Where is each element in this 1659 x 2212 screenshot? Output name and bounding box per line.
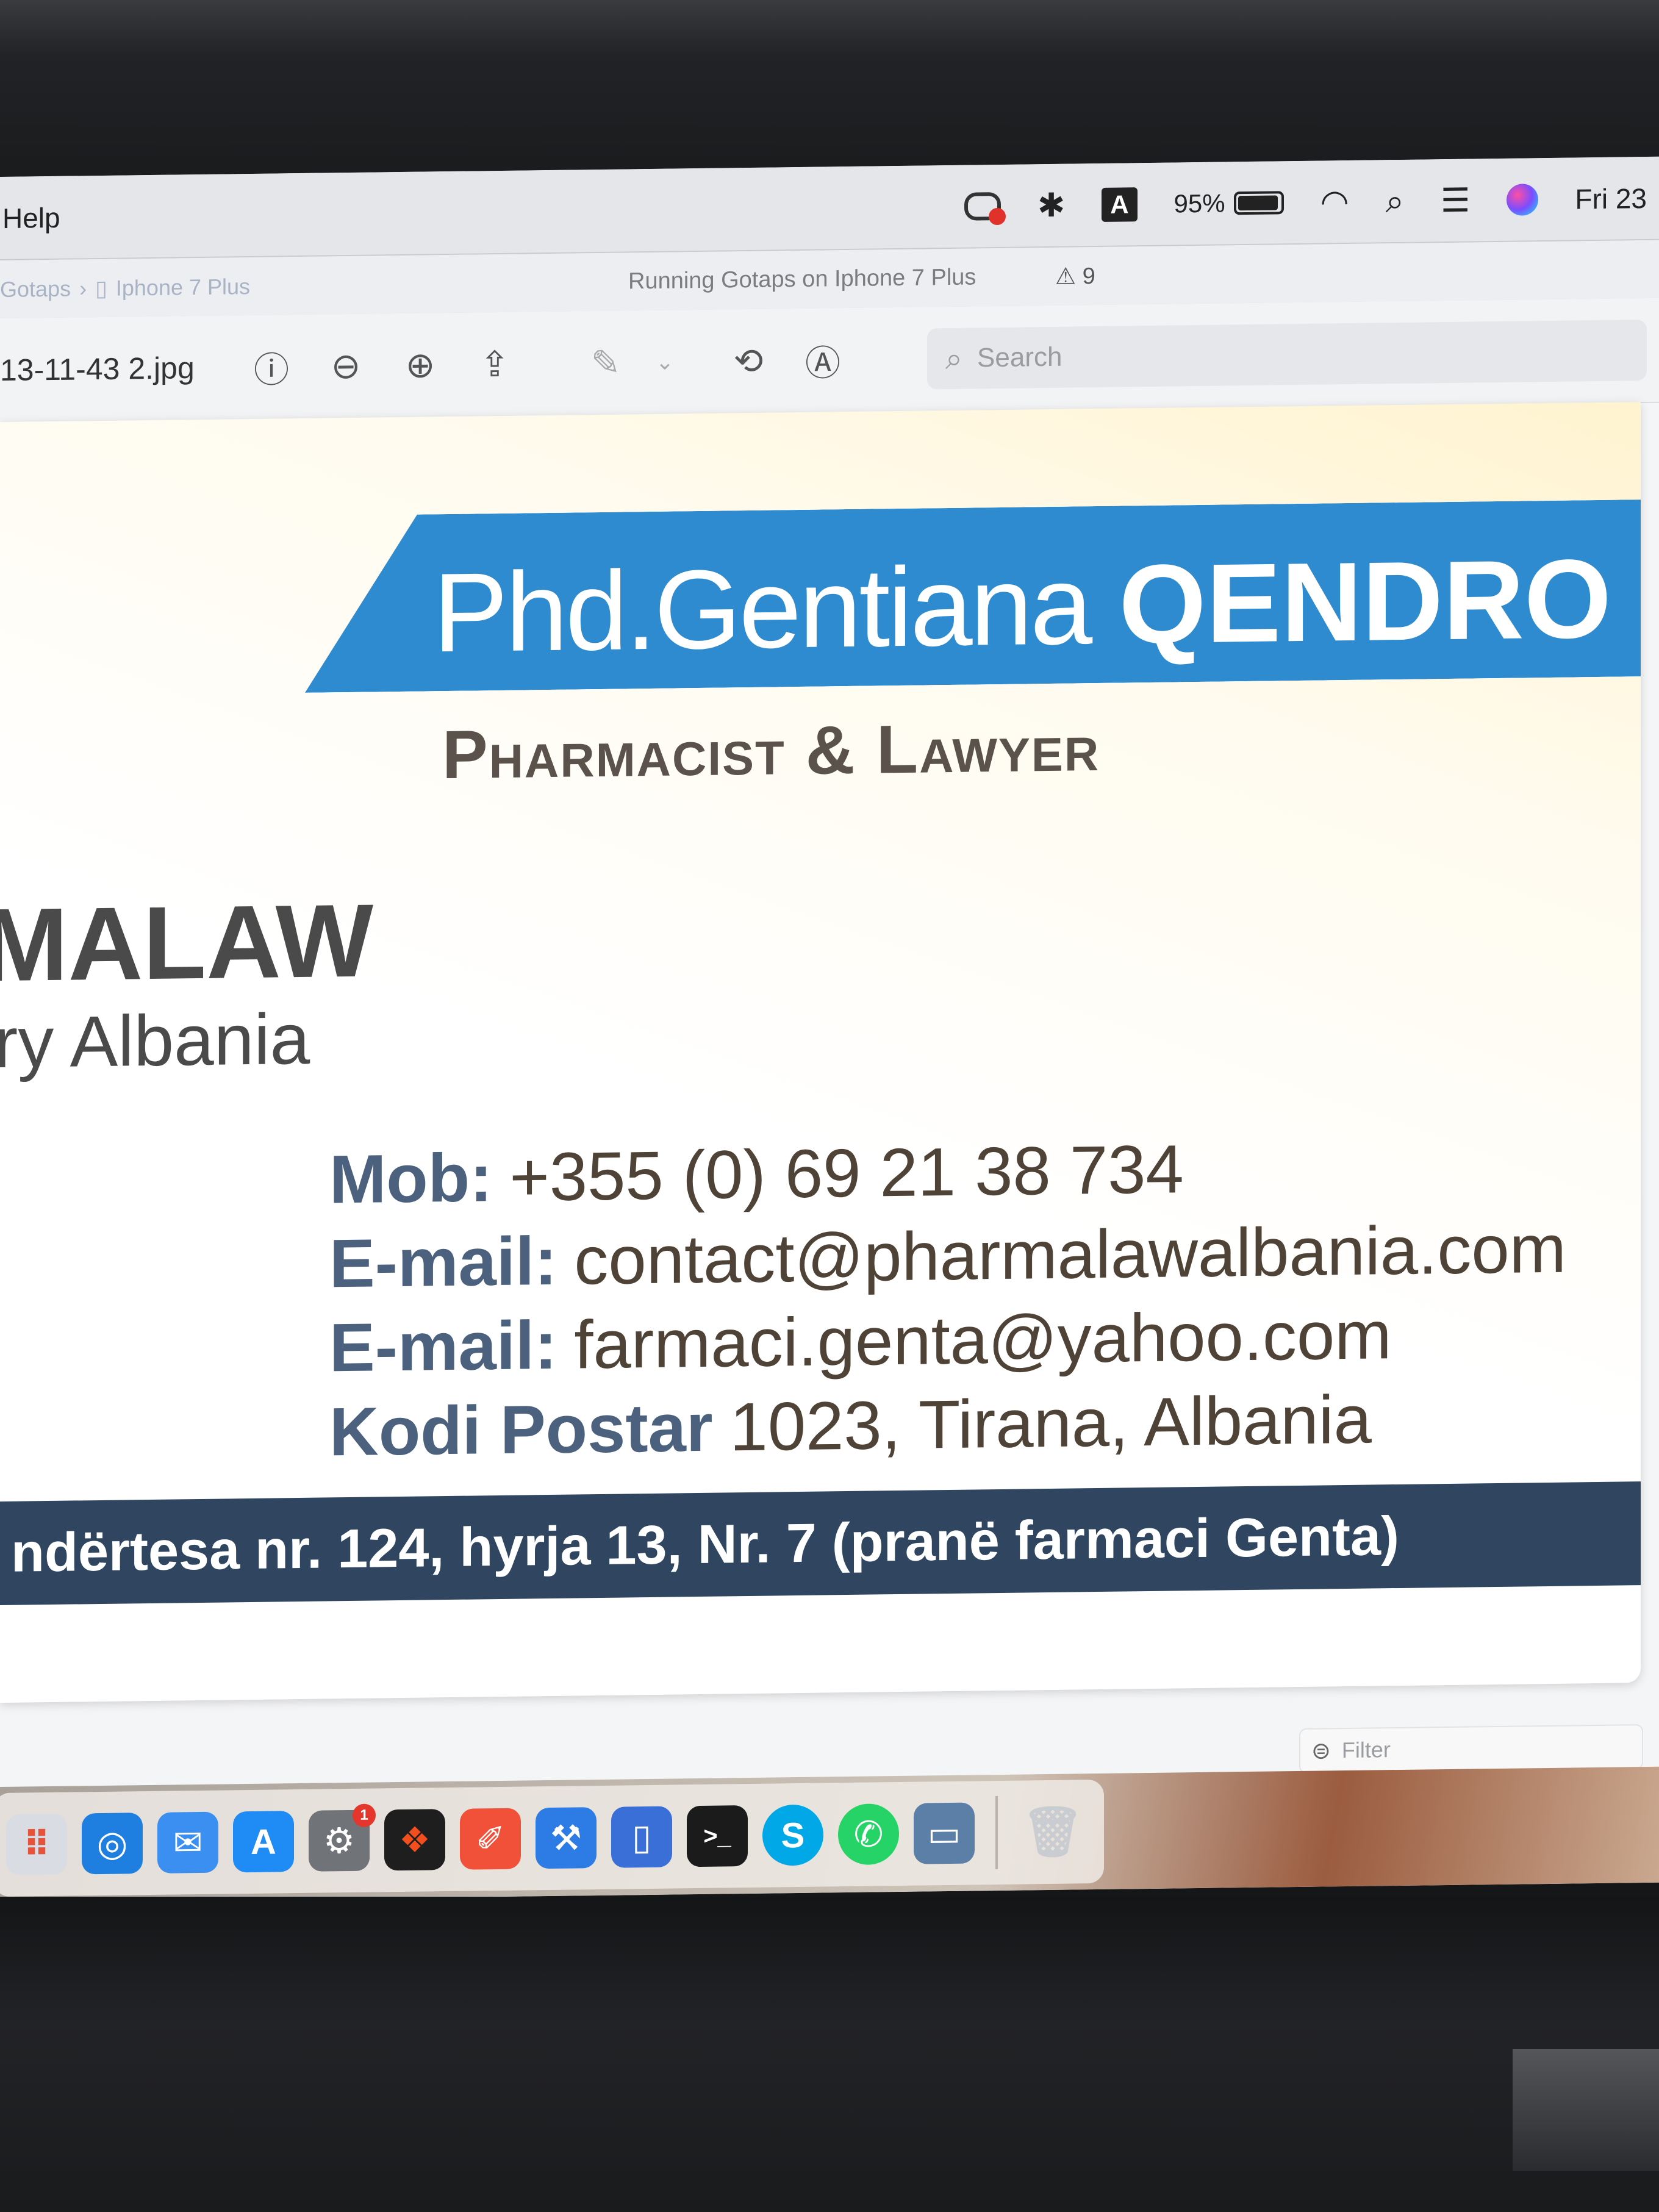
info-icon[interactable]: ⓘ: [244, 339, 299, 395]
contact-label: Kodi Postar: [329, 1389, 713, 1470]
contact-value: contact@pharmalawalbania.com: [574, 1210, 1566, 1299]
contact-row-mobile: Mob: +355 (0) 69 21 38 734: [329, 1123, 1566, 1222]
battery-fill: [1238, 195, 1278, 210]
battery-percent: 95%: [1173, 188, 1225, 218]
card-name-given: Phd.Gentiana: [433, 541, 1119, 676]
siri-icon[interactable]: [1507, 183, 1539, 216]
xcode-icon[interactable]: ⚒: [536, 1807, 597, 1869]
card-brand-subtitle: ry Albania: [0, 998, 310, 1084]
status-area: ✱ A 95% ◠ ⌕ ☰ Fri 23: [964, 157, 1647, 248]
menu-clock[interactable]: Fri 23: [1575, 182, 1647, 215]
warning-indicator[interactable]: ⚠ 9: [1055, 262, 1095, 290]
run-status: Running Gotaps on Iphone 7 Plus: [628, 264, 976, 295]
chevron-right-icon: ›: [79, 275, 87, 301]
wifi-icon[interactable]: ◠: [1320, 183, 1349, 220]
warning-icon: ⚠: [1055, 263, 1083, 290]
search-field[interactable]: ⌕ Search: [927, 320, 1647, 390]
input-source-icon[interactable]: A: [1102, 187, 1138, 222]
mail-icon[interactable]: ✉: [157, 1811, 218, 1874]
battery-status[interactable]: 95%: [1174, 188, 1284, 218]
card-address: ndërtesa nr. 124, hyrja 13, Nr. 7 (pranë…: [11, 1505, 1400, 1584]
figma-icon[interactable]: ❖: [384, 1809, 445, 1871]
contact-row-postal: Kodi Postar 1023, Tirana, Albania: [329, 1375, 1566, 1475]
system-preferences-icon[interactable]: ⚙ 1: [309, 1803, 376, 1872]
dock-separator: [995, 1796, 998, 1870]
chevron-down-icon[interactable]: ⌄: [653, 334, 677, 389]
monitor-bezel-top: [0, 0, 1659, 183]
simulator-icon[interactable]: ▯: [611, 1806, 672, 1868]
launchpad-icon[interactable]: ⠿: [6, 1813, 67, 1875]
markup-toolbar-icon[interactable]: Ⓐ: [795, 332, 850, 388]
contact-row-email: E-mail: contact@pharmalawalbania.com: [329, 1207, 1566, 1306]
breadcrumb-project[interactable]: Gotaps: [0, 276, 71, 302]
screen: Help ✱ A 95% ◠ ⌕ ☰ Fri 23 Gotaps › ▯ Iph…: [0, 156, 1659, 1903]
markup-pen-icon[interactable]: ✎: [578, 335, 633, 390]
dock: ⠿ ◎ ✉ A ⚙ 1 ❖ ✐ ⚒ ▯ >_ S ✆ ▭ 🗑: [0, 1779, 1104, 1897]
control-center-icon[interactable]: ☰: [1441, 182, 1470, 219]
card-name-surname: QENDRO: [1119, 535, 1612, 667]
whatsapp-icon[interactable]: ✆: [838, 1803, 899, 1866]
share-icon[interactable]: ⇪: [467, 337, 522, 392]
app-store-icon[interactable]: A: [233, 1811, 294, 1873]
search-icon: ⌕: [945, 341, 962, 376]
safari-icon[interactable]: ◎: [82, 1813, 143, 1875]
contact-value: +355 (0) 69 21 38 734: [509, 1131, 1184, 1215]
filter-icon: ⊜: [1311, 1738, 1331, 1764]
card-brand: MALAW: [0, 882, 374, 1004]
contact-value: farmaci.genta@yahoo.com: [574, 1297, 1392, 1383]
toolbox-icon[interactable]: ✐: [460, 1808, 521, 1870]
bluetooth-icon[interactable]: ✱: [1037, 187, 1065, 224]
card-name: Phd.Gentiana QENDRO: [433, 534, 1611, 678]
breadcrumb-device[interactable]: Iphone 7 Plus: [116, 273, 250, 301]
skype-icon[interactable]: S: [762, 1804, 823, 1866]
trash-icon[interactable]: 🗑: [1022, 1801, 1084, 1863]
notification-badge: 1: [353, 1803, 376, 1827]
contact-row-email: E-mail: farmaci.genta@yahoo.com: [329, 1291, 1566, 1391]
document-view[interactable]: Phd.Gentiana QENDRO Pharmacist & Lawyer …: [0, 402, 1641, 1703]
monitor-stand: [1513, 2049, 1659, 2171]
phone-icon: ▯: [95, 275, 107, 301]
zoom-out-icon[interactable]: ⊖: [318, 338, 373, 394]
contact-label: E-mail:: [329, 1306, 557, 1386]
battery-icon: [1233, 190, 1284, 215]
spotlight-search-icon[interactable]: ⌕: [1386, 182, 1404, 219]
monitor-bezel-bottom: [0, 1897, 1659, 2212]
menu-help[interactable]: Help: [2, 201, 60, 234]
window-title: 13-11-43 2.jpg: [0, 351, 195, 387]
search-placeholder: Search: [977, 342, 1062, 373]
preview-icon[interactable]: ▭: [914, 1802, 975, 1864]
card-role: Pharmacist & Lawyer: [442, 708, 1100, 793]
zoom-in-icon[interactable]: ⊕: [393, 337, 448, 393]
screen-record-icon[interactable]: [964, 191, 1001, 221]
card-contact-block: Mob: +355 (0) 69 21 38 734 E-mail: contact…: [329, 1123, 1566, 1475]
warning-count: 9: [1082, 263, 1095, 290]
address-banner: ndërtesa nr. 124, hyrja 13, Nr. 7 (pranë…: [0, 1481, 1641, 1605]
filter-field[interactable]: ⊜ Filter: [1299, 1724, 1643, 1774]
rotate-icon[interactable]: ⟲: [721, 333, 776, 388]
contact-value: 1023, Tirana, Albania: [729, 1381, 1372, 1466]
terminal-icon[interactable]: >_: [687, 1805, 748, 1867]
contact-label: E-mail:: [329, 1222, 557, 1302]
filter-placeholder: Filter: [1341, 1737, 1391, 1763]
contact-label: Mob:: [329, 1139, 493, 1218]
